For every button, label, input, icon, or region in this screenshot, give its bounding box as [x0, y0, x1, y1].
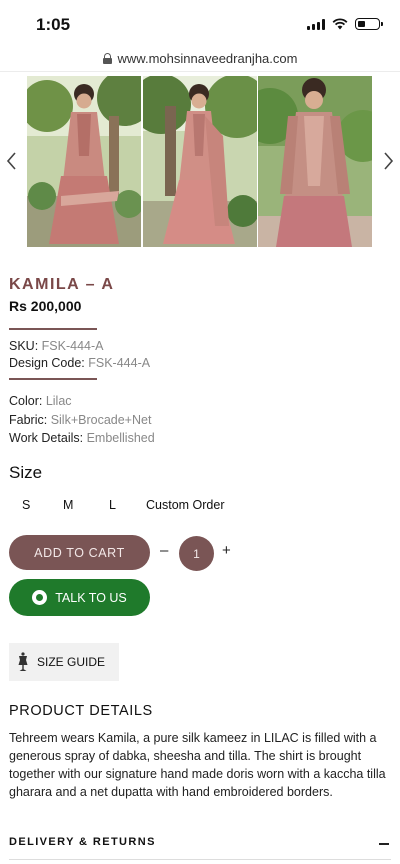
product-details-heading: PRODUCT DETAILS [9, 703, 153, 719]
sku-label: SKU: [9, 339, 39, 353]
work-details-value: Embellished [86, 431, 155, 445]
product-image-1[interactable] [27, 76, 141, 247]
design-code-label: Design Code: [9, 356, 85, 370]
size-option-s[interactable]: S [22, 498, 30, 512]
divider [9, 859, 391, 860]
wifi-icon [332, 18, 348, 30]
product-image-3[interactable] [258, 76, 372, 247]
url-text[interactable]: www.mohsinnaveedranjha.com [118, 51, 298, 66]
fabric-label: Fabric: [9, 413, 48, 427]
chevron-left-icon[interactable] [4, 150, 20, 172]
size-option-l[interactable]: L [109, 498, 116, 512]
fabric-row: Fabric: Silk+Brocade+Net [9, 413, 151, 427]
product-details-text: Tehreem wears Kamila, a pure silk kameez… [9, 731, 386, 799]
quantity-value[interactable]: 1 [179, 536, 214, 571]
size-heading: Size [9, 463, 43, 482]
quantity-increase-button[interactable]: + [222, 542, 231, 559]
quantity-decrease-button[interactable]: – [160, 542, 168, 559]
design-code-row: Design Code: FSK-444-A [9, 356, 150, 370]
sku-row: SKU: FSK-444-A [9, 339, 104, 353]
size-option-m[interactable]: M [63, 498, 73, 512]
minus-icon[interactable] [379, 843, 389, 845]
color-row: Color: Lilac [9, 394, 72, 408]
lock-icon [102, 52, 112, 64]
delivery-returns-label: DELIVERY & RETURNS [9, 836, 156, 848]
size-option-custom[interactable]: Custom Order [146, 498, 225, 512]
url-bar[interactable]: www.mohsinnaveedranjha.com [0, 46, 400, 70]
signal-icon [307, 18, 325, 30]
product-gallery[interactable] [0, 76, 400, 248]
divider [9, 328, 97, 330]
size-guide-label: SIZE GUIDE [37, 655, 106, 669]
color-value: Lilac [45, 394, 72, 408]
delivery-returns-accordion[interactable]: DELIVERY & RETURNS [9, 831, 391, 853]
sku-value: FSK-444-A [41, 339, 104, 353]
size-options: S M L Custom Order [0, 498, 400, 516]
design-code-value: FSK-444-A [88, 356, 151, 370]
chevron-right-icon[interactable] [380, 150, 396, 172]
product-price: Rs 200,000 [9, 298, 82, 314]
size-guide-button[interactable]: SIZE GUIDE [9, 643, 119, 681]
status-icons [307, 18, 383, 30]
battery-icon [355, 18, 383, 30]
status-bar: 1:05 [0, 0, 400, 46]
color-label: Color: [9, 394, 43, 408]
work-details-row: Work Details: Embellished [9, 431, 155, 445]
talk-to-us-button[interactable]: TALK TO US [9, 579, 150, 616]
product-image-2[interactable] [143, 76, 257, 247]
divider [0, 71, 400, 72]
divider [9, 378, 97, 380]
status-time: 1:05 [36, 15, 71, 34]
add-to-cart-button[interactable]: ADD TO CART [9, 535, 150, 570]
whatsapp-icon [32, 590, 48, 605]
talk-to-us-label: TALK TO US [55, 590, 127, 605]
dress-form-icon [18, 652, 28, 671]
work-details-label: Work Details: [9, 431, 84, 445]
fabric-value: Silk+Brocade+Net [50, 413, 152, 427]
product-title: KAMILA – A [9, 276, 115, 293]
